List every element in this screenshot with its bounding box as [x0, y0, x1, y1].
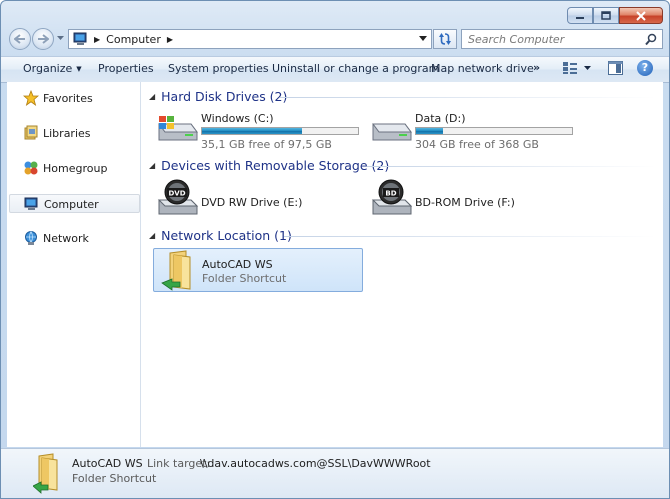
network-item-name: AutoCAD WS	[202, 258, 273, 271]
breadcrumb-chevron-icon[interactable]: ▶	[167, 35, 173, 44]
drive-free-space-d: 304 GB free of 368 GB	[415, 138, 539, 151]
drive-tile-c[interactable]: Windows (C:) 35,1 GB free of 97,5 GB	[155, 108, 365, 151]
nav-item-homegroup[interactable]: Homegroup	[9, 159, 138, 177]
refresh-button[interactable]	[433, 29, 457, 49]
drive-tile-d[interactable]: Data (D:) 304 GB free of 368 GB	[369, 108, 579, 151]
nav-label-homegroup: Homegroup	[43, 162, 108, 175]
preview-pane-button[interactable]	[608, 61, 623, 78]
group-collapse-icon: ◢	[149, 161, 156, 170]
back-arrow-icon	[14, 34, 25, 44]
group-collapse-icon: ◢	[149, 92, 156, 101]
drive-badge-e: DVD	[168, 190, 185, 198]
drive-name-d: Data (D:)	[415, 112, 466, 125]
group-removable-storage[interactable]: ◢ Devices with Removable Storage (2)	[149, 158, 389, 173]
content-area: Favorites Libraries Homegroup Computer N…	[7, 82, 663, 447]
details-link-target-value[interactable]: \\dav.autocadws.com@SSL\DavWWWRoot	[200, 457, 431, 470]
back-button[interactable]	[9, 28, 31, 50]
group-title: Network Location (1)	[161, 228, 292, 243]
more-commands-button[interactable]: »	[533, 61, 540, 74]
drive-name-f: BD-ROM Drive (F:)	[415, 196, 515, 209]
windows-drive-icon	[158, 116, 198, 141]
folder-shortcut-icon	[161, 250, 191, 291]
network-item-autocad-ws[interactable]: AutoCAD WS Folder Shortcut	[153, 248, 363, 292]
details-item-name: AutoCAD WS	[72, 457, 143, 470]
group-collapse-icon: ◢	[149, 231, 156, 240]
nav-item-computer[interactable]: Computer	[9, 194, 140, 213]
nav-label-network: Network	[43, 232, 89, 245]
bd-drive-icon: BD	[371, 179, 413, 215]
minimize-button[interactable]	[567, 7, 593, 24]
breadcrumb-computer[interactable]: Computer	[106, 33, 161, 46]
drive-usage-bar-c	[201, 127, 359, 135]
group-title: Devices with Removable Storage (2)	[161, 158, 390, 173]
folder-shortcut-icon	[33, 453, 58, 494]
breadcrumb-separator-icon[interactable]: ▶	[94, 35, 100, 44]
drive-usage-bar-d	[415, 127, 573, 135]
maximize-button[interactable]	[593, 7, 619, 24]
details-item-type: Folder Shortcut	[72, 472, 157, 485]
drive-name-e: DVD RW Drive (E:)	[201, 196, 303, 209]
hard-drive-icon	[372, 123, 412, 141]
computer-icon	[24, 197, 38, 210]
view-options-icon	[563, 62, 577, 74]
caption-buttons	[567, 7, 663, 24]
star-icon	[23, 90, 39, 106]
close-button[interactable]	[619, 7, 663, 24]
group-title: Hard Disk Drives (2)	[161, 89, 288, 104]
properties-button[interactable]: Properties	[98, 62, 154, 75]
group-divider	[280, 97, 656, 98]
system-properties-button[interactable]: System properties	[168, 62, 269, 75]
nav-label-computer: Computer	[44, 198, 99, 211]
drive-tile-f[interactable]: BD BD-ROM Drive (F:)	[369, 178, 579, 218]
nav-item-favorites[interactable]: Favorites	[9, 89, 138, 107]
view-dropdown-icon	[584, 65, 591, 70]
nav-label-libraries: Libraries	[43, 127, 91, 140]
recent-pages-icon[interactable]	[57, 36, 64, 41]
drive-tile-e[interactable]: DVD DVD RW Drive (E:)	[155, 178, 365, 218]
homegroup-icon	[24, 161, 38, 175]
nav-label-favorites: Favorites	[43, 92, 93, 105]
dvd-drive-icon: DVD	[157, 179, 199, 215]
command-bar: Organize ▼ Properties System properties U…	[1, 56, 669, 83]
drive-usage-fill-c	[202, 128, 302, 134]
group-divider	[367, 166, 656, 167]
group-hard-disk-drives[interactable]: ◢ Hard Disk Drives (2)	[149, 89, 287, 104]
group-divider	[284, 236, 656, 237]
network-icon	[25, 231, 37, 245]
forward-arrow-icon	[38, 34, 49, 44]
maximize-icon	[601, 11, 611, 20]
minimize-icon	[576, 16, 584, 19]
search-input[interactable]	[468, 31, 638, 47]
uninstall-program-button[interactable]: Uninstall or change a program	[272, 62, 439, 75]
navigation-pane: Favorites Libraries Homegroup Computer N…	[7, 82, 141, 447]
network-item-type: Folder Shortcut	[202, 272, 287, 285]
search-icon[interactable]	[645, 33, 657, 46]
file-list: ◢ Hard Disk Drives (2) Windows (C:) 35,1…	[141, 82, 663, 447]
map-network-drive-button[interactable]: Map network drive	[431, 62, 534, 75]
drive-name-c: Windows (C:)	[201, 112, 274, 125]
drive-usage-fill-d	[416, 128, 443, 134]
organize-dropdown-icon: ▼	[76, 65, 82, 73]
drive-badge-f: BD	[385, 190, 396, 198]
change-view-button[interactable]	[562, 61, 591, 75]
group-network-location[interactable]: ◢ Network Location (1)	[149, 228, 292, 243]
explorer-window: ▶ Computer ▶ Organize▼ Properties System…	[0, 0, 670, 499]
organize-button[interactable]: Organize ▼	[23, 62, 82, 75]
address-row: ▶ Computer ▶	[1, 27, 669, 53]
preview-pane-icon	[608, 61, 623, 75]
drive-free-space-c: 35,1 GB free of 97,5 GB	[201, 138, 332, 151]
search-box[interactable]	[461, 29, 663, 49]
address-bar[interactable]: ▶ Computer ▶	[68, 29, 432, 49]
refresh-icon	[439, 33, 451, 45]
libraries-icon	[24, 125, 38, 140]
forward-button[interactable]	[32, 28, 54, 50]
details-pane: AutoCAD WS Folder Shortcut Link target: …	[1, 448, 669, 498]
computer-icon	[73, 32, 87, 45]
nav-item-libraries[interactable]: Libraries	[9, 124, 138, 142]
address-dropdown-icon[interactable]	[419, 36, 427, 41]
close-icon	[636, 10, 646, 21]
help-button[interactable]: ?	[637, 60, 653, 76]
organize-label: Organize	[23, 62, 73, 75]
nav-item-network[interactable]: Network	[9, 229, 138, 247]
